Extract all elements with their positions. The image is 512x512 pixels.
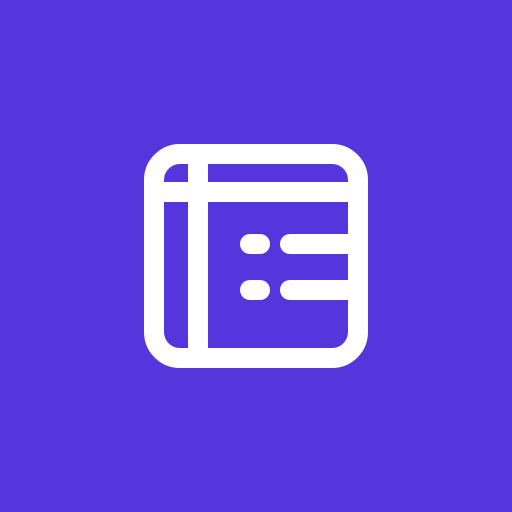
icon-canvas xyxy=(0,0,512,512)
form-layout-icon xyxy=(144,144,368,368)
bullet-dot-2 xyxy=(240,280,270,300)
list-line-1 xyxy=(280,234,358,254)
bullet-dot-1 xyxy=(240,234,270,254)
list-line-2 xyxy=(280,280,358,300)
